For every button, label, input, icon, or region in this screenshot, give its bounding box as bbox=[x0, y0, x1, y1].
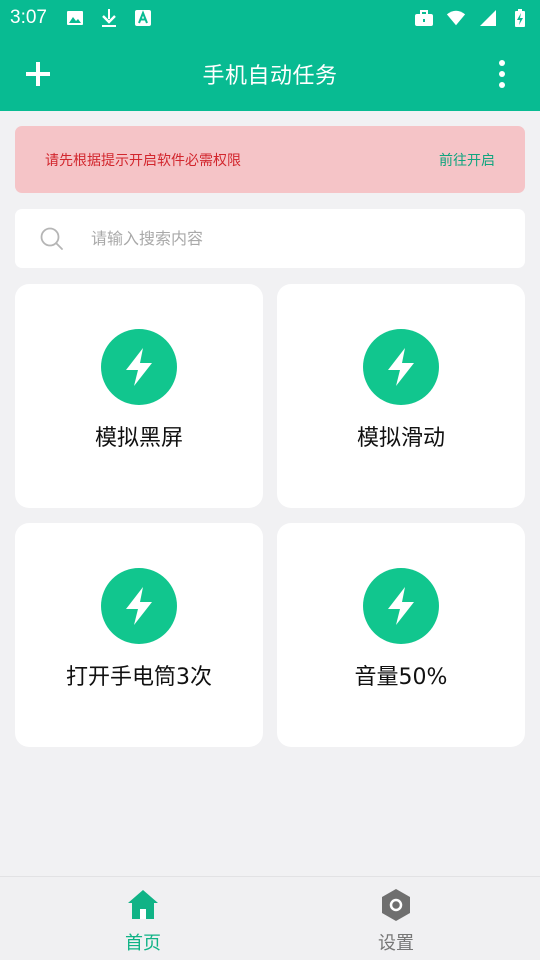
settings-icon bbox=[378, 887, 414, 923]
wifi-icon bbox=[446, 8, 466, 28]
task-label: 模拟黑屏 bbox=[94, 426, 183, 451]
task-card[interactable]: 模拟黑屏 bbox=[15, 284, 263, 508]
tab-home-label: 首页 bbox=[125, 933, 161, 954]
task-card[interactable]: 打开手电筒3次 bbox=[15, 523, 263, 747]
lightning-icon bbox=[101, 329, 177, 405]
download-icon bbox=[99, 8, 119, 28]
tab-home[interactable]: 首页 bbox=[8, 877, 278, 960]
task-card[interactable]: 模拟滑动 bbox=[277, 284, 525, 508]
search-input[interactable] bbox=[91, 229, 471, 248]
briefcase-icon bbox=[414, 8, 434, 28]
app-header: 3:07 手机自动任务 bbox=[0, 0, 540, 111]
alert-message: 请先根据提示开启软件必需权限 bbox=[45, 152, 241, 169]
more-vertical-icon bbox=[499, 60, 505, 88]
lightning-icon bbox=[363, 568, 439, 644]
more-options-button[interactable] bbox=[488, 58, 516, 90]
status-system-icons bbox=[414, 8, 530, 28]
lightning-icon bbox=[101, 568, 177, 644]
open-permission-link[interactable]: 前往开启 bbox=[439, 150, 495, 170]
toolbar: 手机自动任务 bbox=[0, 36, 540, 111]
task-label: 打开手电筒3次 bbox=[66, 665, 212, 690]
page-title: 手机自动任务 bbox=[202, 64, 338, 89]
search-icon bbox=[39, 226, 65, 252]
task-card[interactable]: 音量50% bbox=[277, 523, 525, 747]
status-notifications bbox=[65, 8, 153, 28]
image-icon bbox=[65, 8, 85, 28]
status-time: 3:07 bbox=[10, 7, 47, 28]
status-bar: 3:07 bbox=[0, 0, 540, 36]
permission-alert: 请先根据提示开启软件必需权限 前往开启 bbox=[15, 126, 525, 193]
lightning-icon bbox=[363, 329, 439, 405]
signal-icon bbox=[478, 8, 498, 28]
search-bar bbox=[15, 209, 525, 268]
task-label: 模拟滑动 bbox=[356, 426, 445, 451]
tab-settings-label: 设置 bbox=[378, 933, 414, 954]
home-icon bbox=[125, 887, 161, 923]
bottom-tab-bar: 首页 设置 bbox=[0, 876, 540, 960]
tab-settings[interactable]: 设置 bbox=[261, 877, 531, 960]
task-label: 音量50% bbox=[354, 665, 448, 690]
text-a-icon bbox=[133, 8, 153, 28]
battery-charging-icon bbox=[510, 8, 530, 28]
